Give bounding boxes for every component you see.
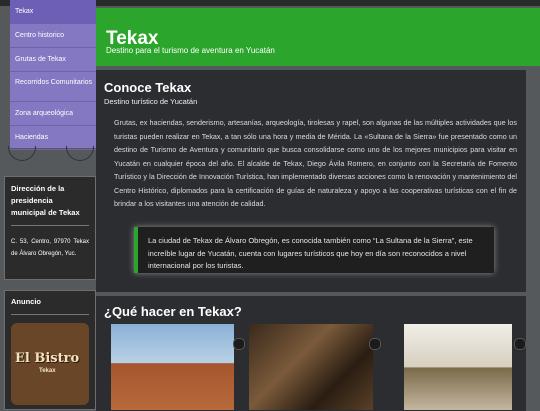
nav-item-tekax[interactable]: Tekax [10, 0, 96, 24]
nav-item-zona-arqueologica[interactable]: Zona arqueológica [10, 102, 96, 126]
decorative-arch-icon [66, 146, 94, 161]
logo-subtext: Tekax [39, 368, 56, 374]
market-photo[interactable] [404, 324, 512, 410]
carousel-control-icon[interactable] [514, 338, 526, 350]
intro-paragraph: Grutas, ex haciendas, senderismo, artesa… [114, 118, 517, 208]
highlight-quote: La ciudad de Tekax de Álvaro Obregón, es… [134, 227, 494, 273]
site-header: Tekax Destino para el turismo de aventur… [96, 8, 540, 66]
address-title: Dirección de la presidencia municipal de… [11, 184, 80, 217]
address-card: Dirección de la presidencia municipal de… [4, 176, 96, 280]
nav-item-centro-historico[interactable]: Centro historico [10, 24, 96, 48]
section-title: ¿Qué hacer en Tekax? [104, 304, 242, 319]
decorative-arch-icon [8, 146, 36, 161]
nav-item-grutas[interactable]: Grutas de Tekax [10, 48, 96, 72]
cave-photo[interactable] [249, 324, 373, 410]
site-subtitle: Destino para el turismo de aventura en Y… [106, 46, 275, 55]
page-kicker: Destino turístico de Yucatán [104, 97, 198, 106]
ad-title: Anuncio [11, 297, 41, 306]
page-title: Conoce Tekax [104, 80, 192, 95]
logo-text: El Bistro [15, 351, 80, 366]
activities-section: ¿Qué hacer en Tekax? [96, 296, 526, 411]
nav-item-recorridos[interactable]: Recorridos Comunitarios [10, 72, 96, 102]
carousel-control-icon[interactable] [369, 338, 381, 350]
address-text: C. 53, Centro, 97970 Tekax de Álvaro Obr… [11, 239, 89, 257]
divider [11, 314, 89, 315]
ad-card: Anuncio El Bistro Tekax [4, 290, 96, 410]
side-navigation: Tekax Centro historico Grutas de Tekax R… [10, 0, 96, 150]
main-content: Conoce Tekax Destino turístico de Yucatá… [96, 70, 526, 292]
carousel-control-icon[interactable] [233, 338, 245, 350]
divider [11, 225, 89, 226]
el-bistro-logo[interactable]: El Bistro Tekax [11, 323, 89, 405]
cathedral-photo[interactable] [111, 324, 234, 410]
